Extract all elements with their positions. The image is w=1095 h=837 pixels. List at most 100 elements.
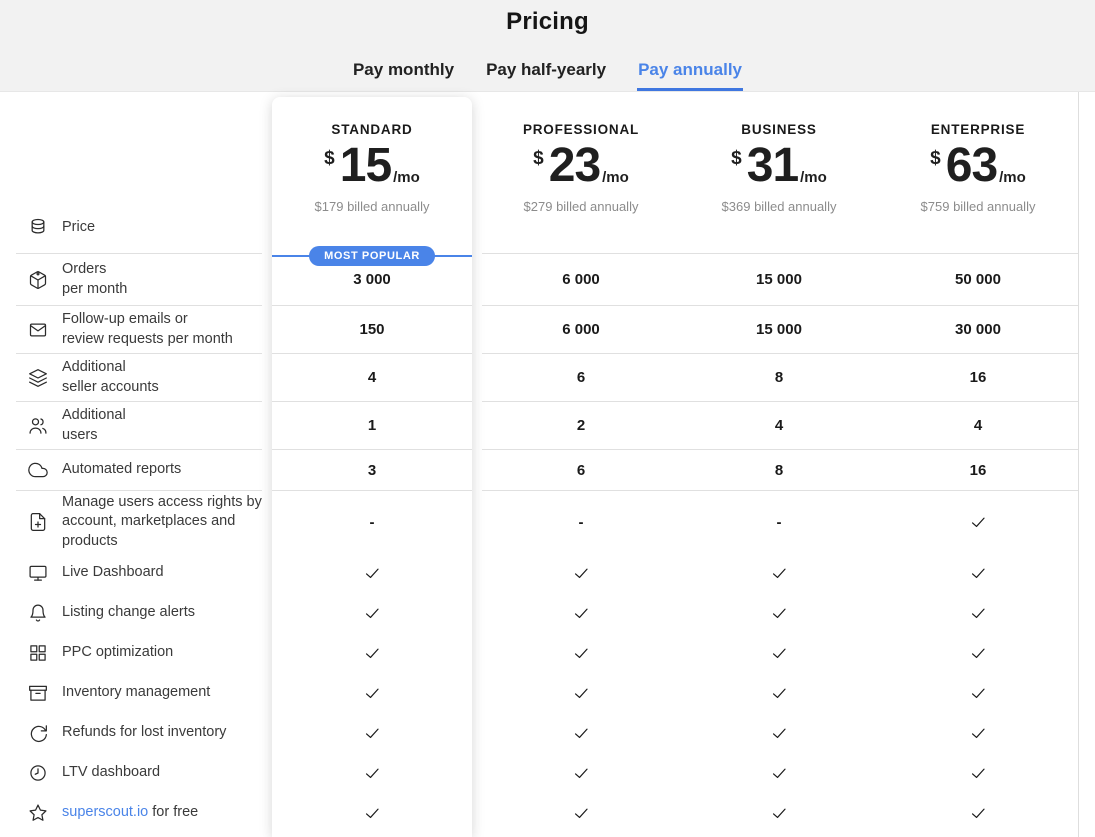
tab-pay-annually[interactable]: Pay annually <box>637 60 743 91</box>
check-icon <box>363 604 382 623</box>
users-icon <box>28 416 48 436</box>
feature-ltv-dashboard: LTV dashboard <box>16 753 262 793</box>
listing-change-alerts-value-enterprise <box>878 593 1078 633</box>
feature-label: PPC optimization <box>62 643 173 662</box>
layers-icon <box>28 368 48 388</box>
billed-annually: $179 billed annually <box>315 199 430 214</box>
feature-row-refunds-lost-inventory: Refunds for lost inventory <box>0 713 1095 753</box>
price-period: /mo <box>800 170 827 185</box>
inventory-icon <box>28 683 48 703</box>
check-icon <box>969 564 988 583</box>
live-dashboard-value-enterprise <box>878 553 1078 593</box>
bell-icon <box>28 603 48 623</box>
refunds-lost-inventory-value-enterprise <box>878 713 1078 753</box>
feature-label: Manage users access rights byaccount, ma… <box>62 493 262 550</box>
refunds-lost-inventory-value-standard <box>272 713 472 753</box>
feature-label: Live Dashboard <box>62 563 164 582</box>
superscout-free-value-business <box>680 793 878 833</box>
most-popular-overlay: MOST POPULAR <box>272 245 472 267</box>
ltv-dashboard-value-standard <box>272 753 472 793</box>
feature-row-automated-reports: Automated reports36816 <box>0 449 1095 490</box>
plan-header-business: BUSINESS $31/mo $369 billed annually <box>680 92 878 253</box>
check-icon <box>363 644 382 663</box>
listing-change-alerts-value-business <box>680 593 878 633</box>
value-text: 6 <box>577 369 585 386</box>
feature-row-manage-users-access: Manage users access rights byaccount, ma… <box>0 490 1095 553</box>
orders-per-month-value-professional: 6 000 <box>482 253 680 305</box>
feature-row-listing-change-alerts: Listing change alerts <box>0 593 1095 633</box>
feature-inventory-management: Inventory management <box>16 673 262 713</box>
superscout-free-value-enterprise <box>878 793 1078 833</box>
value-text: 4 <box>368 369 376 386</box>
listing-change-alerts-value-professional <box>482 593 680 633</box>
check-icon <box>969 764 988 783</box>
additional-seller-accounts-value-standard: 4 <box>272 353 472 401</box>
feature-label: Additionalseller accounts <box>62 358 159 396</box>
file-plus-icon <box>28 512 48 532</box>
superscout-free-value-professional <box>482 793 680 833</box>
feature-row-ppc-optimization: PPC optimization <box>0 633 1095 673</box>
additional-seller-accounts-value-enterprise: 16 <box>878 353 1078 401</box>
value-text: 2 <box>577 417 585 434</box>
check-icon <box>572 684 591 703</box>
label-text: for free <box>148 804 198 820</box>
feature-label: Additionalusers <box>62 406 126 444</box>
page-title: Pricing <box>0 0 1095 36</box>
price-amount: 15 <box>340 142 391 190</box>
plan-price: $31/mo <box>731 142 827 190</box>
value-text: 150 <box>359 321 384 338</box>
tab-pay-monthly[interactable]: Pay monthly <box>352 60 455 91</box>
additional-users-value-business: 4 <box>680 401 878 449</box>
value-text: 30 000 <box>955 321 1001 338</box>
feature-label-price: Price <box>62 218 95 237</box>
price-period: /mo <box>393 170 420 185</box>
feature-automated-reports: Automated reports <box>16 449 262 490</box>
check-icon <box>770 804 789 823</box>
ltv-dashboard-value-enterprise <box>878 753 1078 793</box>
check-icon <box>969 644 988 663</box>
feature-ppc-optimization: PPC optimization <box>16 633 262 673</box>
plan-header-standard: STANDARD $15/mo $179 billed annually <box>272 92 472 253</box>
pricing-rows: Price STANDARD $15/mo $179 billed annual… <box>0 92 1095 837</box>
price-amount: 23 <box>549 142 600 190</box>
follow-up-emails-value-business: 15 000 <box>680 305 878 353</box>
feature-row-orders-per-month: Ordersper month3 0006 00015 00050 000 <box>0 253 1095 305</box>
value-text: - <box>579 514 584 531</box>
orders-per-month-value-enterprise: 50 000 <box>878 253 1078 305</box>
check-icon <box>572 644 591 663</box>
tab-pay-half-yearly[interactable]: Pay half-yearly <box>485 60 607 91</box>
inventory-management-value-standard <box>272 673 472 713</box>
automated-reports-value-enterprise: 16 <box>878 449 1078 490</box>
monitor-icon <box>28 563 48 583</box>
billing-period-tabs: Pay monthly Pay half-yearly Pay annually <box>0 60 1095 91</box>
additional-seller-accounts-value-business: 8 <box>680 353 878 401</box>
value-text: 8 <box>775 369 783 386</box>
check-icon <box>770 564 789 583</box>
check-icon <box>363 804 382 823</box>
feature-row-additional-seller-accounts: Additionalseller accounts 4 6 8 16 <box>0 353 1095 401</box>
plan-price: $15/mo <box>324 142 420 190</box>
feature-row-live-dashboard: Live Dashboard <box>0 553 1095 593</box>
value-text: 15 000 <box>756 321 802 338</box>
price-period: /mo <box>602 170 629 185</box>
feature-additional-seller-accounts: Additionalseller accounts <box>16 353 262 401</box>
feature-label: Inventory management <box>62 683 210 702</box>
table-right-border <box>1078 92 1079 837</box>
check-icon <box>572 564 591 583</box>
currency-symbol: $ <box>930 149 941 168</box>
value-text: 16 <box>970 462 987 479</box>
value-text: 15 000 <box>756 271 802 288</box>
value-text: 3 000 <box>353 271 391 288</box>
value-text: 1 <box>368 417 376 434</box>
plans-header-row: Price STANDARD $15/mo $179 billed annual… <box>0 92 1095 253</box>
feature-row-ltv-dashboard: LTV dashboard <box>0 753 1095 793</box>
automated-reports-value-business: 8 <box>680 449 878 490</box>
superscout-link[interactable]: superscout.io <box>62 804 148 820</box>
value-text: 8 <box>775 462 783 479</box>
check-icon <box>969 684 988 703</box>
check-icon <box>572 804 591 823</box>
billed-annually: $759 billed annually <box>921 199 1036 214</box>
check-icon <box>770 604 789 623</box>
feature-label: superscout.io for free <box>62 803 198 822</box>
plan-name: BUSINESS <box>741 122 816 137</box>
